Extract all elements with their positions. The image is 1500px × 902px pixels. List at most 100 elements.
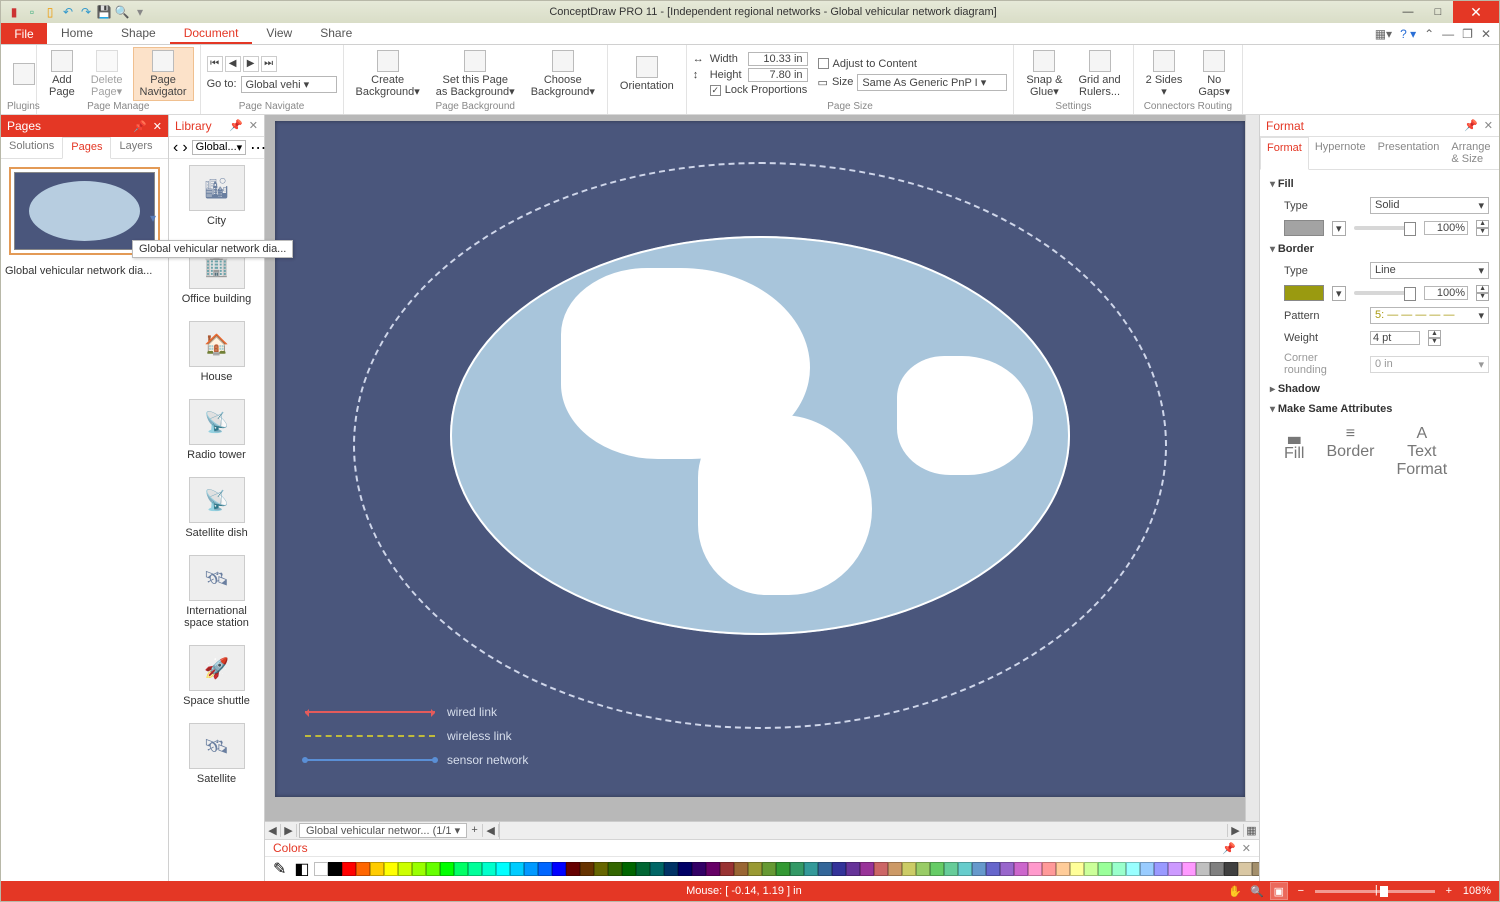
- ftab-format[interactable]: Format: [1260, 137, 1309, 170]
- color-swatch[interactable]: [790, 862, 804, 876]
- fill-type-select[interactable]: Solid▾: [1370, 197, 1489, 214]
- create-background-button[interactable]: Create Background▾: [350, 48, 426, 100]
- child-restore-icon[interactable]: ❐: [1462, 27, 1473, 41]
- subtab-solutions[interactable]: Solutions: [1, 137, 62, 158]
- pin-icon[interactable]: 📌: [1222, 842, 1236, 855]
- zoom-in-icon[interactable]: +: [1441, 883, 1457, 899]
- color-swatch[interactable]: [1126, 862, 1140, 876]
- page-surface[interactable]: wired link wireless link sensor network: [275, 121, 1245, 797]
- size-select[interactable]: Same As Generic PnP I ▾: [857, 74, 1007, 91]
- color-swatch[interactable]: [972, 862, 986, 876]
- color-swatch[interactable]: [510, 862, 524, 876]
- section-border[interactable]: Border: [1270, 239, 1489, 259]
- zoom-level[interactable]: 108%: [1463, 885, 1491, 897]
- collapse-ribbon-icon[interactable]: ⌃: [1424, 27, 1434, 41]
- vertical-scrollbar[interactable]: [1245, 115, 1259, 821]
- color-swatch[interactable]: [1140, 862, 1154, 876]
- sheet-add-icon[interactable]: +: [467, 824, 483, 837]
- color-swatch[interactable]: [538, 862, 552, 876]
- color-swatch[interactable]: [496, 862, 510, 876]
- color-swatch[interactable]: [454, 862, 468, 876]
- lock-proportions-checkbox[interactable]: ✓Lock Proportions: [710, 84, 808, 96]
- library-item[interactable]: 📡Satellite dish: [169, 471, 264, 549]
- choose-background-button[interactable]: Choose Background▾: [525, 48, 601, 100]
- color-swatch[interactable]: [1098, 862, 1112, 876]
- msa-text-button[interactable]: AText Format: [1396, 425, 1447, 479]
- library-select[interactable]: Global...▾: [192, 140, 247, 155]
- zoom-out-icon[interactable]: −: [1293, 883, 1309, 899]
- color-swatch[interactable]: [734, 862, 748, 876]
- color-swatch[interactable]: [832, 862, 846, 876]
- color-swatch[interactable]: [678, 862, 692, 876]
- color-swatch[interactable]: [958, 862, 972, 876]
- library-item[interactable]: 📡Radio tower: [169, 393, 264, 471]
- color-swatch[interactable]: [1182, 862, 1196, 876]
- grid-rulers-button[interactable]: Grid and Rulers...: [1072, 48, 1126, 100]
- maximize-button[interactable]: □: [1423, 1, 1453, 23]
- color-swatch[interactable]: [342, 862, 356, 876]
- border-color-swatch[interactable]: [1284, 285, 1324, 301]
- section-shadow[interactable]: Shadow: [1270, 379, 1489, 399]
- section-msa[interactable]: Make Same Attributes: [1270, 399, 1489, 419]
- color-swatch[interactable]: [1112, 862, 1126, 876]
- ftab-presentation[interactable]: Presentation: [1372, 137, 1446, 169]
- tab-document[interactable]: Document: [170, 23, 253, 44]
- color-swatch[interactable]: [804, 862, 818, 876]
- save-icon[interactable]: 💾: [97, 5, 111, 19]
- color-swatch[interactable]: [440, 862, 454, 876]
- border-type-select[interactable]: Line▾: [1370, 262, 1489, 279]
- library-item[interactable]: 🚀Space shuttle: [169, 639, 264, 717]
- color-swatch[interactable]: [818, 862, 832, 876]
- color-swatch[interactable]: [916, 862, 930, 876]
- sheet-next-icon[interactable]: ▶: [281, 824, 297, 837]
- child-min-icon[interactable]: —: [1442, 27, 1454, 41]
- add-page-button[interactable]: Add Page: [43, 48, 81, 100]
- border-opacity-slider[interactable]: [1354, 291, 1417, 295]
- tab-share[interactable]: Share: [306, 23, 366, 44]
- color-swatch[interactable]: [986, 862, 1000, 876]
- color-swatch[interactable]: [1154, 862, 1168, 876]
- color-swatch[interactable]: [1238, 862, 1252, 876]
- pin-icon[interactable]: 📌: [1464, 119, 1478, 132]
- border-color-dd[interactable]: ▾: [1332, 286, 1346, 301]
- color-swatch[interactable]: [1028, 862, 1042, 876]
- panel-close-icon[interactable]: ✕: [153, 120, 162, 133]
- sheet-scroll-right-icon[interactable]: ▶: [1227, 824, 1243, 837]
- nav-last-icon[interactable]: ⏭: [261, 56, 277, 72]
- tab-shape[interactable]: Shape: [107, 23, 170, 44]
- color-swatch[interactable]: [412, 862, 426, 876]
- new-icon[interactable]: ▫: [25, 5, 39, 19]
- panel-close-icon[interactable]: ✕: [1484, 119, 1493, 132]
- color-swatch[interactable]: [1070, 862, 1084, 876]
- color-swatch[interactable]: [776, 862, 790, 876]
- no-gaps-button[interactable]: No Gaps▾: [1192, 48, 1236, 100]
- color-swatch[interactable]: [1014, 862, 1028, 876]
- color-swatch[interactable]: [930, 862, 944, 876]
- color-swatch[interactable]: [482, 862, 496, 876]
- panel-close-icon[interactable]: ✕: [1242, 842, 1251, 855]
- color-swatch[interactable]: [748, 862, 762, 876]
- set-background-button[interactable]: Set this Page as Background▾: [430, 48, 521, 100]
- color-swatch[interactable]: [468, 862, 482, 876]
- thumb-menu-icon[interactable]: ▾: [150, 211, 156, 225]
- color-swatch[interactable]: [398, 862, 412, 876]
- color-swatch[interactable]: [902, 862, 916, 876]
- color-swatch[interactable]: [370, 862, 384, 876]
- hand-tool-icon[interactable]: ✋: [1227, 883, 1243, 899]
- sheet-tab[interactable]: Global vehicular networ... (1/1 ▾: [299, 823, 467, 838]
- ftab-hypernote[interactable]: Hypernote: [1309, 137, 1372, 169]
- qat-icon[interactable]: ▮: [7, 5, 21, 19]
- color-swatch[interactable]: [846, 862, 860, 876]
- color-swatch[interactable]: [622, 862, 636, 876]
- two-sides-button[interactable]: 2 Sides ▾: [1140, 48, 1189, 100]
- lib-next-icon[interactable]: ›: [182, 139, 187, 157]
- orientation-button[interactable]: Orientation: [614, 54, 680, 94]
- color-swatch[interactable]: [1168, 862, 1182, 876]
- child-close-icon[interactable]: ✕: [1481, 27, 1491, 41]
- goto-select[interactable]: Global vehi ▾: [241, 76, 337, 93]
- pin-icon[interactable]: 📌: [133, 120, 147, 133]
- color-swatch[interactable]: [580, 862, 594, 876]
- library-item[interactable]: 🛰Satellite: [169, 717, 264, 795]
- msa-fill-button[interactable]: ▃Fill: [1284, 425, 1304, 479]
- color-swatch[interactable]: [1224, 862, 1238, 876]
